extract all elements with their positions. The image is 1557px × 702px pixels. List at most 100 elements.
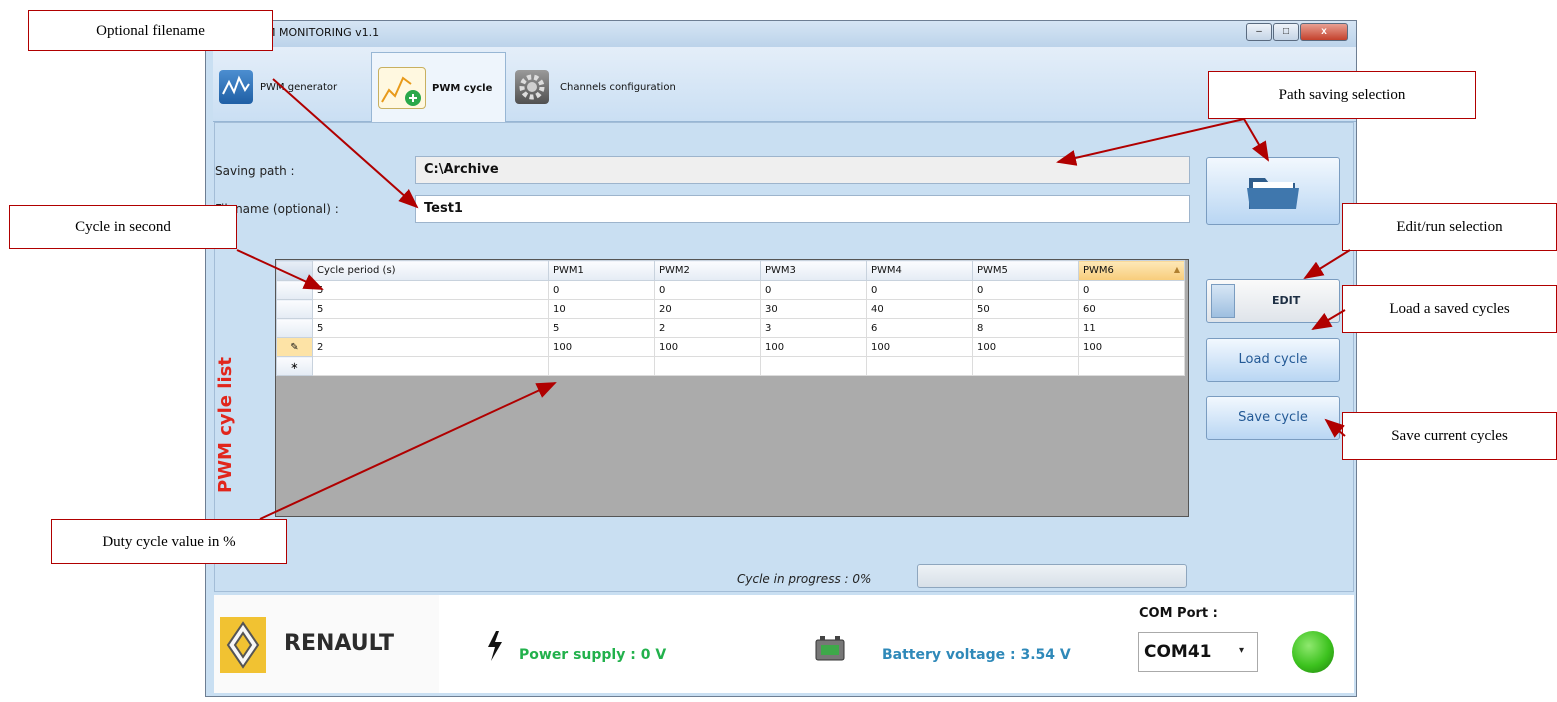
pwm-cycle-list-label: PWM cyle list xyxy=(215,357,236,493)
table-cell[interactable]: 100 xyxy=(654,337,761,357)
connection-status-led xyxy=(1292,631,1334,673)
table-cell[interactable]: 0 xyxy=(760,280,867,300)
waveform-icon xyxy=(219,70,253,104)
toggle-knob xyxy=(1211,284,1235,318)
table-row[interactable]: 5 10 20 30 40 50 60 xyxy=(276,299,1185,319)
table-cell[interactable]: 3 xyxy=(760,318,867,338)
annotation-duty-cycle: Duty cycle value in % xyxy=(51,519,287,564)
row-header[interactable]: ✎ xyxy=(276,337,313,357)
table-cell[interactable]: 100 xyxy=(866,337,973,357)
column-header[interactable]: PWM2 xyxy=(654,260,761,281)
tab-channels-configuration[interactable]: Channels configuration xyxy=(509,52,729,120)
table-cell[interactable]: 11 xyxy=(1078,318,1185,338)
table-cell[interactable]: 50 xyxy=(972,299,1079,319)
new-row-marker: ∗ xyxy=(276,356,313,376)
row-header[interactable] xyxy=(276,280,313,300)
edit-run-toggle[interactable]: EDIT xyxy=(1206,279,1340,323)
table-cell[interactable] xyxy=(654,356,761,376)
table-cell[interactable]: 2 xyxy=(312,337,549,357)
column-header[interactable]: Cycle period (s) xyxy=(312,260,549,281)
cycle-table: Cycle period (s) PWM1 PWM2 PWM3 PWM4 PWM… xyxy=(276,260,1185,376)
annotation-edit-run: Edit/run selection xyxy=(1342,203,1557,251)
close-button[interactable]: x xyxy=(1300,23,1348,41)
table-row[interactable]: 5000000 xyxy=(276,280,1185,300)
com-port-value: COM41 xyxy=(1144,642,1212,662)
column-header[interactable]: PWM3 xyxy=(760,260,867,281)
tab-pwm-generator[interactable]: PWM generator xyxy=(213,52,373,120)
saving-path-label: Saving path : xyxy=(215,164,295,178)
table-cell[interactable] xyxy=(1078,356,1185,376)
filename-input[interactable]: Test1 xyxy=(415,195,1190,223)
column-header[interactable]: PWM4 xyxy=(866,260,973,281)
cycle-progress-bar xyxy=(917,564,1187,588)
table-cell[interactable]: 5 xyxy=(312,299,549,319)
title-bar: M MONITORING v1.1 – □ x xyxy=(206,21,1356,47)
cycle-progress-label: Cycle in progress : 0% xyxy=(737,572,872,586)
table-cell[interactable]: 20 xyxy=(654,299,761,319)
table-cell[interactable]: 0 xyxy=(654,280,761,300)
row-header[interactable] xyxy=(276,299,313,319)
annotation-save-current: Save current cycles xyxy=(1342,412,1557,460)
table-row[interactable]: 5 5 2 3 6 8 11 xyxy=(276,318,1185,338)
corner-header[interactable] xyxy=(276,260,313,281)
table-cell[interactable]: 100 xyxy=(972,337,1079,357)
load-cycle-button[interactable]: Load cycle xyxy=(1206,338,1340,382)
table-cell[interactable]: 5 xyxy=(312,280,549,300)
new-row[interactable]: ∗ xyxy=(276,356,1185,376)
table-cell[interactable] xyxy=(972,356,1079,376)
table-cell[interactable]: 0 xyxy=(866,280,973,300)
tab-strip: PWM generator PWM cycle Channels configu… xyxy=(213,47,1356,123)
table-cell[interactable] xyxy=(312,356,549,376)
table-cell[interactable]: 100 xyxy=(548,337,655,357)
table-cell[interactable]: 0 xyxy=(1078,280,1185,300)
tab-label: Channels configuration xyxy=(560,82,676,93)
brand-area: RENAULT xyxy=(214,595,439,693)
table-cell[interactable]: 10 xyxy=(548,299,655,319)
maximize-button[interactable]: □ xyxy=(1273,23,1299,41)
annotation-optional-filename: Optional filename xyxy=(28,10,273,51)
table-cell[interactable]: 100 xyxy=(1078,337,1185,357)
column-header[interactable]: PWM1 xyxy=(548,260,655,281)
row-header[interactable] xyxy=(276,318,313,338)
chart-add-icon xyxy=(378,67,426,109)
window-title: M MONITORING v1.1 xyxy=(266,26,380,39)
table-row[interactable]: ✎ 2 100 100 100 100 100 100 xyxy=(276,337,1185,357)
tab-label: PWM cycle xyxy=(432,83,493,94)
column-header[interactable]: PWM5 xyxy=(972,260,1079,281)
table-header-row: Cycle period (s) PWM1 PWM2 PWM3 PWM4 PWM… xyxy=(276,260,1185,281)
column-header[interactable]: PWM6 ▲ xyxy=(1078,260,1185,281)
chevron-down-icon: ▾ xyxy=(1239,645,1245,656)
brand-name: RENAULT xyxy=(284,631,394,656)
table-cell[interactable]: 6 xyxy=(866,318,973,338)
table-cell[interactable] xyxy=(866,356,973,376)
tab-pwm-cycle[interactable]: PWM cycle xyxy=(371,52,506,123)
table-cell[interactable]: 30 xyxy=(760,299,867,319)
status-bar: RENAULT Power supply : 0 V Battery volta… xyxy=(214,595,1354,693)
com-port-select[interactable]: COM41 ▾ xyxy=(1138,632,1258,672)
table-cell[interactable]: 40 xyxy=(866,299,973,319)
battery-voltage-status: Battery voltage : 3.54 V xyxy=(882,647,1071,663)
table-cell[interactable]: 5 xyxy=(312,318,549,338)
table-cell[interactable]: 0 xyxy=(972,280,1079,300)
table-cell[interactable]: 0 xyxy=(548,280,655,300)
annotation-load-saved: Load a saved cycles xyxy=(1342,285,1557,333)
table-cell[interactable]: 5 xyxy=(548,318,655,338)
table-cell[interactable]: 100 xyxy=(760,337,867,357)
save-cycle-button[interactable]: Save cycle xyxy=(1206,396,1340,440)
table-cell[interactable]: 60 xyxy=(1078,299,1185,319)
table-cell[interactable] xyxy=(548,356,655,376)
section-label-area: PWM cyle list xyxy=(209,353,269,493)
tab-label: PWM generator xyxy=(260,82,338,93)
renault-logo-icon xyxy=(220,617,266,673)
power-supply-status: Power supply : 0 V xyxy=(519,647,667,663)
folder-icon xyxy=(1247,178,1299,209)
table-cell[interactable] xyxy=(760,356,867,376)
pwm-cycle-grid[interactable]: Cycle period (s) PWM1 PWM2 PWM3 PWM4 PWM… xyxy=(275,259,1189,517)
table-cell[interactable]: 2 xyxy=(654,318,761,338)
saving-path-field: C:\Archive xyxy=(415,156,1190,184)
minimize-button[interactable]: – xyxy=(1246,23,1272,41)
column-header-label: PWM6 xyxy=(1083,265,1114,276)
annotation-cycle-in-second: Cycle in second xyxy=(9,205,237,249)
table-cell[interactable]: 8 xyxy=(972,318,1079,338)
browse-folder-button[interactable] xyxy=(1206,157,1340,225)
